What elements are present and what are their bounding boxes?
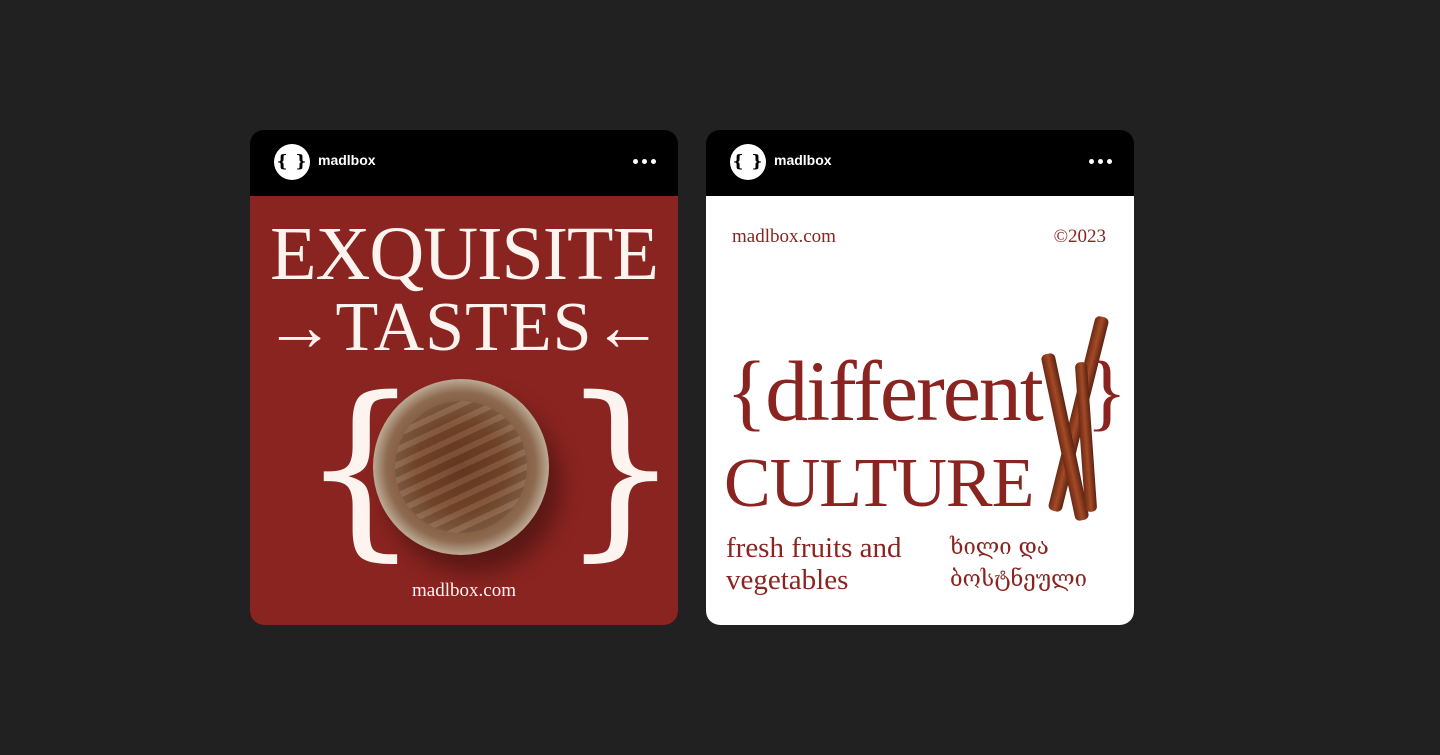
- post-image[interactable]: madlbox.com ©2023 {different } CULTURE f…: [706, 196, 1134, 625]
- wooden-bowl-image: [373, 379, 549, 555]
- post-title-line1: EXQUISITE: [270, 212, 659, 296]
- brace-close: }: [560, 357, 678, 578]
- post-card-exquisite-tastes[interactable]: { } madlbox EXQUISITE →TASTES← { } madlb…: [250, 130, 678, 625]
- dot: [632, 158, 638, 164]
- caption-english: fresh fruits and vegetables: [726, 532, 902, 596]
- post-url: madlbox.com: [412, 580, 516, 601]
- post-title-line2: →TASTES←: [264, 289, 664, 366]
- more-options-icon[interactable]: [626, 148, 662, 174]
- post-url: madlbox.com: [732, 226, 836, 247]
- username[interactable]: madlbox: [774, 152, 832, 168]
- avatar[interactable]: { }: [730, 144, 766, 180]
- avatar[interactable]: { }: [274, 144, 310, 180]
- username[interactable]: madlbox: [318, 152, 376, 168]
- dot: [1088, 158, 1094, 164]
- post-header: { } madlbox: [706, 130, 1134, 196]
- dot: [641, 158, 647, 164]
- caption-georgian: ხილი და ბოსტნეული: [950, 535, 1087, 592]
- post-header: { } madlbox: [250, 130, 678, 196]
- dot: [1097, 158, 1103, 164]
- dot: [650, 158, 656, 164]
- post-image[interactable]: EXQUISITE →TASTES← { } madlbox.com: [250, 196, 678, 625]
- more-options-icon[interactable]: [1082, 148, 1118, 174]
- brace-close: }: [1086, 343, 1128, 439]
- dot: [1106, 158, 1112, 164]
- headline-different: {different: [726, 343, 1044, 439]
- post-card-different-culture[interactable]: { } madlbox madlbox.com ©2023 {different…: [706, 130, 1134, 625]
- post-year: ©2023: [1053, 226, 1106, 247]
- headline-culture: CULTURE: [724, 445, 1034, 522]
